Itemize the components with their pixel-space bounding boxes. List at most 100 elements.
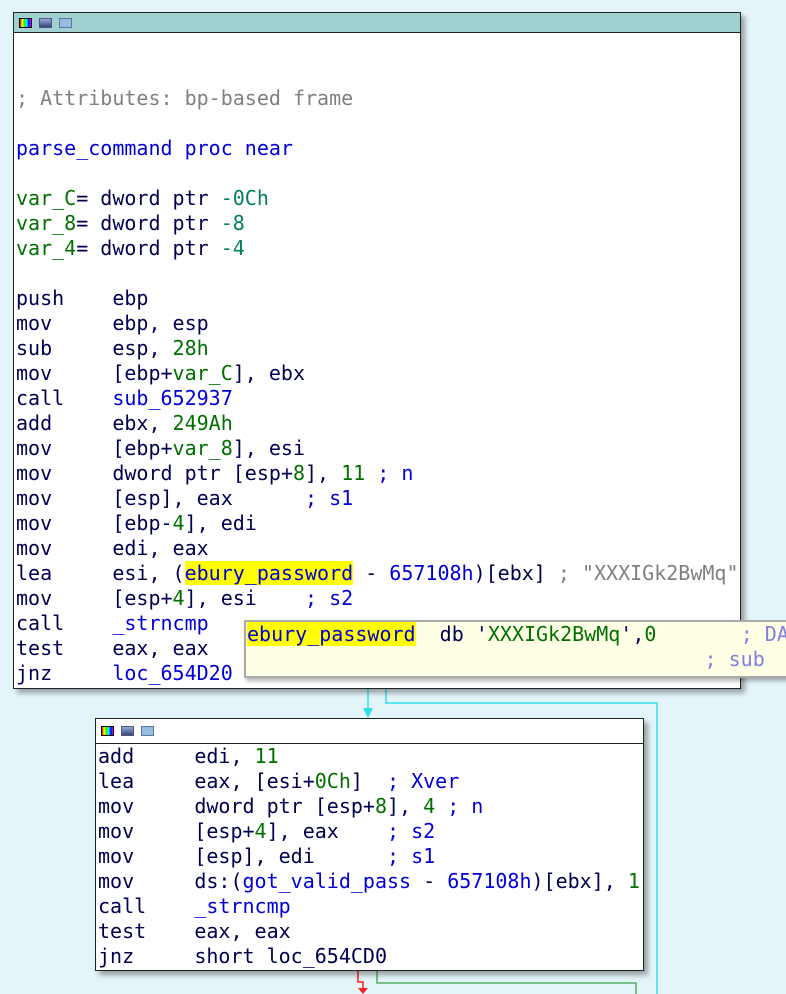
code-token: mov (16, 586, 113, 610)
code-line[interactable]: mov ds:(got_valid_pass - 657108h)[ebx], … (98, 869, 643, 894)
disassembly-listing: ; Attributes: bp-based frame parse_comman… (14, 33, 740, 686)
symbol-name[interactable]: _strncmp (112, 611, 208, 635)
highlighted-symbol[interactable]: ebury_password (247, 622, 416, 646)
edit-node-icon[interactable] (39, 17, 52, 28)
code-token: mov (16, 536, 113, 560)
code-token: ; s1 (386, 844, 436, 868)
code-line[interactable]: ; sub (246, 647, 786, 672)
code-line[interactable]: mov [esp+4], esi ; s2 (16, 586, 740, 611)
code-line[interactable]: lea esi, (ebury_password - 657108h)[ebx]… (16, 561, 740, 586)
symbol-name[interactable]: loc_654D20 (112, 661, 232, 685)
code-token: mov (16, 361, 113, 385)
code-token: = dword ptr (76, 236, 221, 260)
code-line[interactable]: parse_command proc near (16, 136, 740, 161)
code-token: eax, eax (194, 919, 291, 943)
code-line[interactable]: mov dword ptr [esp+8], 11 ; n (16, 461, 740, 486)
code-token: ; "XXXIGk2BwMq" (557, 561, 739, 585)
code-token: lea (16, 561, 113, 585)
symbol-name[interactable]: 657108h (447, 869, 531, 893)
color-palette-icon[interactable] (101, 726, 114, 736)
blank-line[interactable] (16, 111, 740, 136)
code-block-password-ok[interactable]: add edi, 11 lea eax, [esi+0Ch] ; Xver mov … (95, 718, 644, 971)
code-line[interactable]: push ebp (16, 286, 740, 311)
blank-line[interactable] (16, 36, 740, 61)
code-token: ebp (112, 286, 149, 310)
code-line[interactable]: mov ebp, esp (16, 311, 740, 336)
code-block-parse-command[interactable]: ; Attributes: bp-based frame parse_comman… (13, 12, 741, 689)
symbol-name[interactable]: parse_command proc near (16, 136, 293, 160)
code-token: XXXIGk2BwMq (487, 622, 621, 646)
symbol-name[interactable]: sub_652937 (112, 386, 232, 410)
code-line[interactable]: mov [esp], eax ; s1 (16, 486, 740, 511)
code-token: mov (16, 511, 113, 535)
code-token: ; Attributes: bp-based frame (16, 86, 354, 110)
code-line[interactable]: var_8= dword ptr -8 (16, 211, 740, 236)
code-line[interactable]: var_4= dword ptr -4 (16, 236, 740, 261)
code-line[interactable]: mov [esp], edi ; s1 (98, 844, 643, 869)
code-line[interactable]: sub esp, 28h (16, 336, 740, 361)
code-token: ; sub (247, 647, 765, 671)
code-token[interactable]: var_C (173, 361, 233, 385)
blank-line[interactable] (16, 261, 740, 286)
code-line[interactable]: add ebx, 249Ah (16, 411, 740, 436)
code-token: 4 (172, 511, 185, 535)
code-token: 0Ch (314, 769, 351, 793)
code-token: dword ptr [esp+ (112, 461, 293, 485)
code-token: call (16, 611, 113, 635)
code-token: )[ebx], (531, 869, 628, 893)
code-token[interactable]: var_8 (173, 436, 233, 460)
code-token[interactable]: var_8 (16, 211, 76, 235)
code-line[interactable]: jnz short loc_654CD0 (98, 944, 643, 969)
color-palette-icon[interactable] (19, 17, 32, 28)
code-token: dword ptr [esp+ (194, 794, 375, 818)
edge-red-false[interactable] (357, 970, 364, 990)
blank-line[interactable] (16, 161, 740, 186)
symbol-name[interactable]: 657108h (389, 561, 473, 585)
edit-node-icon[interactable] (121, 726, 134, 736)
code-token: ], eax (266, 819, 388, 843)
code-token: = dword ptr (76, 186, 221, 210)
code-line[interactable]: test eax, eax (98, 919, 643, 944)
code-token: short loc_654CD0 (194, 944, 387, 968)
edge-green-true[interactable] (376, 970, 637, 994)
code-token[interactable]: var_4 (16, 236, 76, 260)
code-token: ebx, (112, 411, 173, 435)
code-line[interactable]: mov [ebp+var_C], ebx (16, 361, 740, 386)
code-line[interactable]: call _strncmp (98, 894, 643, 919)
code-line[interactable]: var_C= dword ptr -0Ch (16, 186, 740, 211)
arrow-head-cyan (363, 708, 373, 718)
blank-line[interactable] (16, 61, 740, 86)
group-nodes-icon[interactable] (59, 17, 72, 28)
code-line[interactable]: lea eax, [esi+0Ch] ; Xver (98, 769, 643, 794)
code-token: -0Ch (220, 186, 269, 210)
code-line[interactable]: call sub_652937 (16, 386, 740, 411)
code-token: db ' (415, 622, 488, 646)
code-token: call (98, 894, 195, 918)
code-token: add (98, 744, 195, 768)
code-token: call (16, 386, 113, 410)
code-token: 4 (254, 819, 267, 843)
group-nodes-icon[interactable] (141, 726, 154, 736)
code-line[interactable]: ; Attributes: bp-based frame (16, 86, 740, 111)
code-line[interactable]: mov [ebp-4], edi (16, 511, 740, 536)
code-token[interactable]: var_C (16, 186, 76, 210)
code-token: = dword ptr (76, 211, 221, 235)
code-token: ; n (435, 794, 484, 818)
code-line[interactable]: ebury_password db 'XXXIGk2BwMq',0 ; DAT (246, 622, 786, 647)
code-token: ], esi (232, 436, 306, 460)
code-line[interactable]: mov dword ptr [esp+8], 4 ; n (98, 794, 643, 819)
code-token: edi, eax (112, 536, 209, 560)
code-line[interactable]: add edi, 11 (98, 744, 643, 769)
code-line[interactable]: mov [esp+4], eax ; s2 (98, 819, 643, 844)
code-token: - (411, 869, 448, 893)
code-token: 0 (644, 622, 657, 646)
code-token: ] (350, 769, 387, 793)
code-token: mov (98, 869, 195, 893)
code-token: ; DAT (740, 622, 786, 646)
symbol-name[interactable]: _strncmp (194, 894, 290, 918)
symbol-name[interactable]: got_valid_pass (243, 869, 412, 893)
highlighted-symbol[interactable]: ebury_password (184, 561, 354, 585)
code-token: ; s2 (387, 819, 436, 843)
code-line[interactable]: mov [ebp+var_8], esi (16, 436, 740, 461)
code-line[interactable]: mov edi, eax (16, 536, 740, 561)
